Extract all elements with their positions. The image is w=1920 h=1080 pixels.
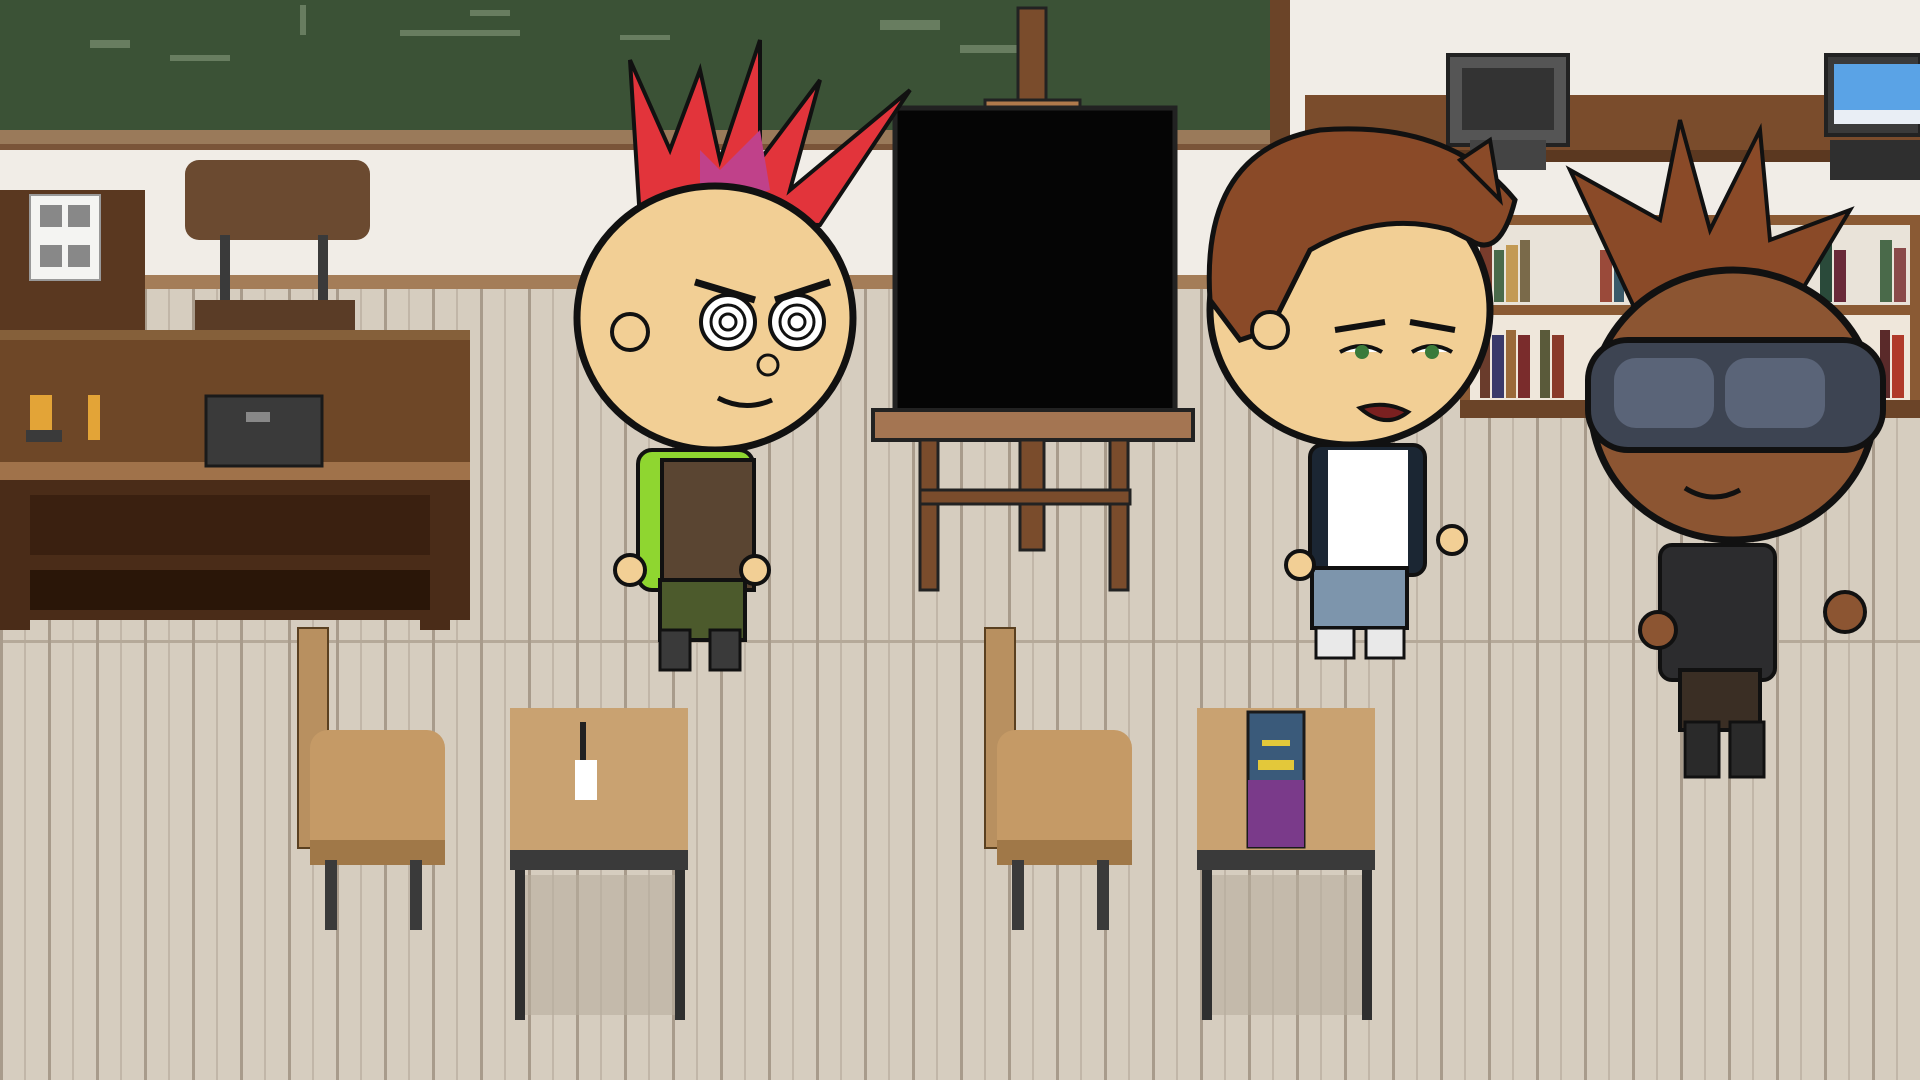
student-desk [510, 708, 688, 1020]
computer [1824, 53, 1920, 180]
wall-cabinet [0, 190, 145, 330]
teacher-desk [0, 330, 470, 630]
laptop [204, 394, 324, 468]
classroom-canvas [0, 0, 1920, 1080]
book [1246, 710, 1306, 849]
game-scene [0, 0, 1920, 1080]
